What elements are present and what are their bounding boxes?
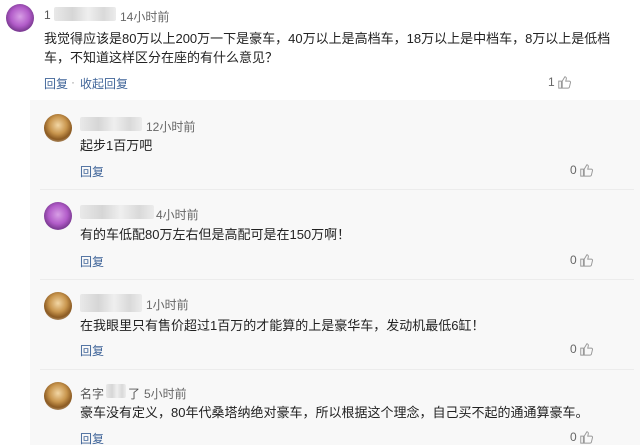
comment-text-line-2: 车，不知道这样区分在座的有什么意见？ (44, 50, 279, 65)
reply-time: 1小时前 (146, 298, 189, 312)
reply-button[interactable]: 回复 (44, 75, 68, 92)
like-button[interactable]: 0 (570, 342, 593, 356)
username-blurred (54, 7, 116, 21)
avatar[interactable] (44, 202, 72, 230)
avatar[interactable] (44, 114, 72, 142)
like-button[interactable]: 0 (570, 253, 593, 267)
thumbs-up-icon (579, 164, 593, 177)
username[interactable]: 名字 (80, 385, 104, 402)
reply-button[interactable]: 回复 (80, 253, 104, 270)
reply-text: 起步1百万吧 (80, 138, 153, 153)
reply-time: 5小时前 (144, 387, 187, 401)
divider (40, 369, 634, 370)
thumbs-up-icon (579, 431, 593, 444)
username-suffix: 了 (128, 387, 141, 401)
like-count: 0 (570, 430, 577, 444)
avatar[interactable] (6, 4, 34, 32)
like-button[interactable]: 0 (570, 430, 593, 444)
reply-button[interactable]: 回复 (80, 430, 104, 447)
thumbs-up-icon (579, 254, 593, 267)
comment-time: 14小时前 (120, 10, 170, 24)
avatar[interactable] (44, 382, 72, 410)
separator: · (71, 75, 75, 89)
like-button[interactable]: 0 (570, 163, 593, 177)
like-count: 0 (570, 342, 577, 356)
reply-time: 4小时前 (156, 208, 199, 222)
username-blurred (80, 294, 142, 312)
divider (40, 279, 634, 280)
avatar[interactable] (44, 292, 72, 320)
username-blurred (106, 384, 126, 398)
divider (40, 189, 634, 190)
like-count: 1 (548, 75, 555, 89)
reply-button[interactable]: 回复 (80, 342, 104, 359)
reply-text: 豪车没有定义，80年代桑塔纳绝对豪车，所以根据这个理念，自己买不起的通通算豪车。 (80, 405, 589, 420)
top-comment: 1 14小时前 我觉得应该是80万以上200万一下是豪车，40万以上是高档车，1… (0, 0, 640, 98)
reply-time: 12小时前 (146, 120, 196, 134)
username-blurred (80, 205, 154, 219)
like-count: 0 (570, 253, 577, 267)
reply-button[interactable]: 回复 (80, 163, 104, 180)
collapse-replies-button[interactable]: 收起回复 (80, 75, 128, 92)
thumbs-up-icon (557, 76, 571, 89)
reply-text: 在我眼里只有售价超过1百万的才能算的上是豪华车，发动机最低6缸！ (80, 318, 485, 333)
thumbs-up-icon (579, 343, 593, 356)
username-blurred (80, 117, 142, 131)
like-count: 0 (570, 163, 577, 177)
like-button[interactable]: 1 (548, 75, 571, 89)
username[interactable]: 1 (44, 8, 51, 22)
reply-text: 有的车低配80万左右但是高配可是在150万啊！ (80, 227, 351, 242)
comment-text-line-1: 我觉得应该是80万以上200万一下是豪车，40万以上是高档车，18万以上是中档车… (44, 31, 611, 46)
